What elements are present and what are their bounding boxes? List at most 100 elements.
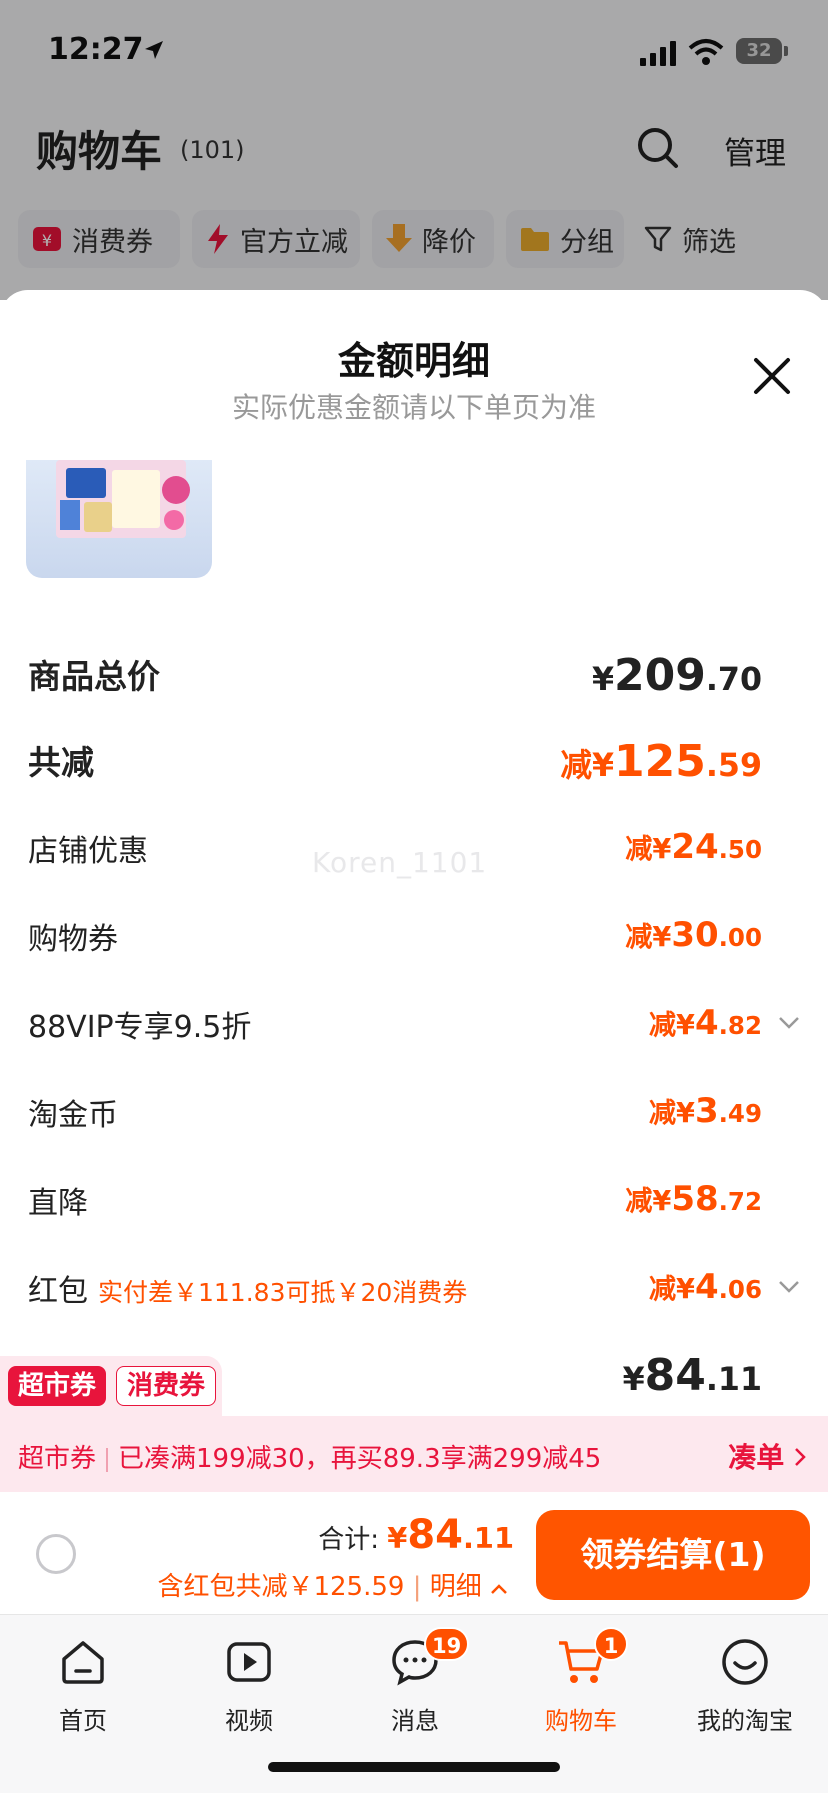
checkout-button[interactable]: 领券结算(1) xyxy=(536,1510,810,1600)
item-value: 减¥58.72 xyxy=(625,1178,762,1219)
promo-tag: 超市券 xyxy=(18,1444,97,1474)
divider: | xyxy=(412,1572,422,1602)
item-label: 88VIP专享9.5折 xyxy=(28,1010,252,1045)
cart-badge: 1 xyxy=(594,1627,628,1661)
price-int: 3 xyxy=(694,1091,719,1131)
tab-label: 我的淘宝 xyxy=(697,1707,793,1735)
row-tao-coins: 淘金币 减¥3.49 xyxy=(28,1090,800,1150)
red-packet-label: 红包 xyxy=(28,1274,88,1309)
saved-text: 含红包共减￥125.59 xyxy=(157,1572,405,1602)
tab-label: 消息 xyxy=(391,1707,439,1735)
goods-total-value: ¥209.70 xyxy=(592,650,762,701)
price-int: 24 xyxy=(671,827,719,867)
tab-video[interactable]: 视频 xyxy=(166,1627,332,1735)
discount-prefix: 减¥ xyxy=(560,748,615,784)
chevron-down-icon[interactable] xyxy=(778,1016,800,1030)
currency: ¥ xyxy=(591,662,615,698)
item-value: 减¥30.00 xyxy=(625,914,762,955)
home-icon xyxy=(62,1641,104,1684)
unread-badge: 19 xyxy=(424,1627,470,1661)
currency: ¥ xyxy=(622,1362,645,1398)
promo-message: 已凑满199减30，再买89.3享满299减45 xyxy=(118,1444,602,1474)
row-goods-total: 商品总价 ¥209.70 xyxy=(28,650,800,710)
red-packet-hint: 实付差￥111.83可抵￥20消费券 xyxy=(98,1278,468,1307)
price-int: 125 xyxy=(614,736,706,787)
saved-detail[interactable]: 含红包共减￥125.59 | 明细 xyxy=(157,1566,508,1603)
modal-backdrop[interactable] xyxy=(0,0,828,300)
price-int: 84 xyxy=(407,1512,463,1558)
discount-prefix: 减¥ xyxy=(648,1098,695,1129)
close-icon[interactable] xyxy=(752,356,792,396)
add-items-label: 凑单 xyxy=(728,1441,785,1474)
checkout-bar: 合计: ¥84.11 含红包共减￥125.59 | 明细 领券结算(1) xyxy=(0,1502,828,1612)
sheet-subtitle: 实际优惠金额请以下单页为准 xyxy=(231,391,596,424)
discount-prefix: 减¥ xyxy=(648,1274,695,1305)
add-items-link[interactable]: 凑单 xyxy=(728,1436,806,1476)
detail-label: 明细 xyxy=(429,1572,482,1602)
price-frac: .00 xyxy=(718,923,762,952)
price-frac: .06 xyxy=(718,1275,762,1304)
price-int: 4 xyxy=(694,1267,719,1307)
price-int: 209 xyxy=(614,650,706,701)
currency: ¥ xyxy=(387,1521,408,1555)
item-value: 减¥4.06 xyxy=(649,1266,762,1307)
tab-label: 购物车 xyxy=(545,1707,617,1735)
consumer-coupon-tag[interactable]: 消费券 xyxy=(116,1366,217,1406)
item-value: 减¥24.50 xyxy=(625,826,762,867)
select-all-checkbox[interactable] xyxy=(36,1534,76,1574)
chevron-down-icon[interactable] xyxy=(778,1280,800,1294)
discount-prefix: 减¥ xyxy=(625,922,672,953)
tab-my-taobao[interactable]: 我的淘宝 xyxy=(662,1627,828,1735)
total-discount-label: 共减 xyxy=(28,743,94,782)
divider xyxy=(106,1447,109,1472)
price-frac: .49 xyxy=(718,1099,762,1128)
price-frac: .72 xyxy=(718,1187,762,1216)
item-label: 店铺优惠 xyxy=(28,834,148,869)
row-total-discount: 共减 减¥125.59 xyxy=(28,736,800,796)
item-label: 购物券 xyxy=(28,922,118,957)
product-thumbnail[interactable] xyxy=(26,460,212,578)
coupon-tags: 超市券 消费券 xyxy=(0,1356,222,1416)
sheet-title: 金额明细 xyxy=(337,339,490,383)
item-label: 红包 实付差￥111.83可抵￥20消费券 xyxy=(28,1266,467,1310)
product-image xyxy=(56,460,190,538)
home-indicator xyxy=(268,1762,560,1772)
total-discount-value: 减¥125.59 xyxy=(560,736,762,787)
row-red-packet[interactable]: 红包 实付差￥111.83可抵￥20消费券 减¥4.06 xyxy=(28,1266,800,1326)
price-frac: .82 xyxy=(718,1011,762,1040)
price-int: 58 xyxy=(671,1179,719,1219)
tab-messages[interactable]: 19 消息 xyxy=(332,1627,498,1735)
item-value: 减¥4.82 xyxy=(649,1002,762,1043)
row-88vip[interactable]: 88VIP专享9.5折 减¥4.82 xyxy=(28,1002,800,1062)
promo-text: 超市券 已凑满199减30，再买89.3享满299减45 xyxy=(18,1438,601,1475)
tab-home[interactable]: 首页 xyxy=(0,1627,166,1735)
goods-total-label: 商品总价 xyxy=(28,657,160,696)
price-frac: .59 xyxy=(705,748,762,784)
total-amount: 合计: ¥84.11 xyxy=(318,1512,514,1558)
profile-icon xyxy=(722,1639,768,1685)
tab-label: 首页 xyxy=(59,1707,107,1735)
amount-detail-sheet: 金额明细 实际优惠金额请以下单页为准 Koren_1101 商品总价 ¥209.… xyxy=(0,290,828,1502)
tab-label: 视频 xyxy=(225,1707,273,1735)
item-label: 淘金币 xyxy=(28,1098,118,1133)
discount-prefix: 减¥ xyxy=(625,1186,672,1217)
price-int: 30 xyxy=(671,915,719,955)
price-frac: .11 xyxy=(462,1521,514,1555)
row-shop-discount: 店铺优惠 减¥24.50 xyxy=(28,826,800,886)
tab-cart[interactable]: 1 购物车 xyxy=(498,1627,664,1735)
row-direct-drop: 直降 减¥58.72 xyxy=(28,1178,800,1238)
total-label: 合计: xyxy=(318,1525,379,1555)
item-label: 直降 xyxy=(28,1186,88,1221)
price-frac: .70 xyxy=(705,662,762,698)
price-frac: .50 xyxy=(718,835,762,864)
row-shopping-coupon: 购物券 减¥30.00 xyxy=(28,914,800,974)
promo-banner[interactable]: 超市券 已凑满199减30，再买89.3享满299减45 凑单 xyxy=(0,1416,828,1492)
price-int: 4 xyxy=(694,1003,719,1043)
total-value: ¥84.11 xyxy=(387,1512,514,1558)
discount-prefix: 减¥ xyxy=(625,834,672,865)
video-icon xyxy=(227,1642,271,1682)
pay-value: ¥84.11 xyxy=(623,1350,762,1401)
chevron-up-icon xyxy=(491,1584,507,1594)
price-frac: .11 xyxy=(705,1362,762,1398)
supermarket-coupon-tag[interactable]: 超市券 xyxy=(8,1366,107,1406)
